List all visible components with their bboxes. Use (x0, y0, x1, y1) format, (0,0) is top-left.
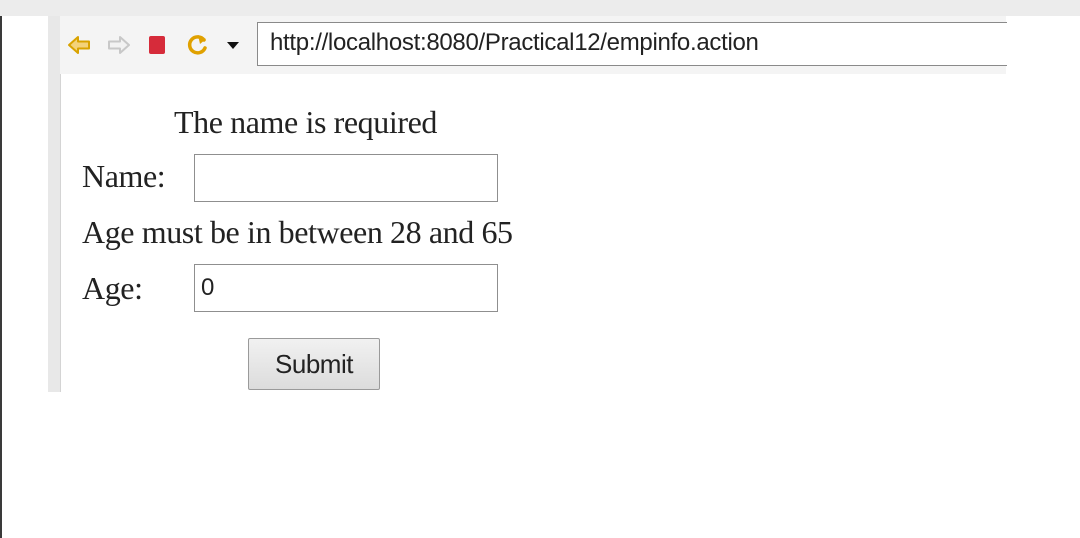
name-input[interactable] (194, 154, 498, 202)
back-arrow-icon[interactable] (66, 32, 92, 58)
age-label: Age: (82, 270, 143, 306)
age-input[interactable] (194, 264, 498, 312)
refresh-icon[interactable] (184, 32, 210, 58)
screen-top-strip (0, 0, 1080, 16)
submit-button[interactable]: Submit (248, 338, 380, 390)
embedded-browser: http://localhost:8080/Practical12/empinf… (48, 16, 1007, 392)
stop-icon[interactable] (144, 32, 170, 58)
age-error-message: Age must be in between 28 and 65 (82, 214, 513, 250)
address-bar-url: http://localhost:8080/Practical12/empinf… (270, 29, 759, 56)
forward-arrow-icon[interactable] (106, 32, 132, 58)
name-label: Name: (82, 158, 166, 194)
chevron-down-icon[interactable] (220, 32, 246, 58)
screen-left-edge (0, 16, 2, 538)
browser-toolbar: http://localhost:8080/Practical12/empinf… (60, 16, 1007, 74)
page-content: The name is required Name: Age must be i… (48, 74, 1006, 392)
address-bar[interactable]: http://localhost:8080/Practical12/empinf… (257, 22, 1007, 66)
name-error-message: The name is required (174, 104, 438, 140)
